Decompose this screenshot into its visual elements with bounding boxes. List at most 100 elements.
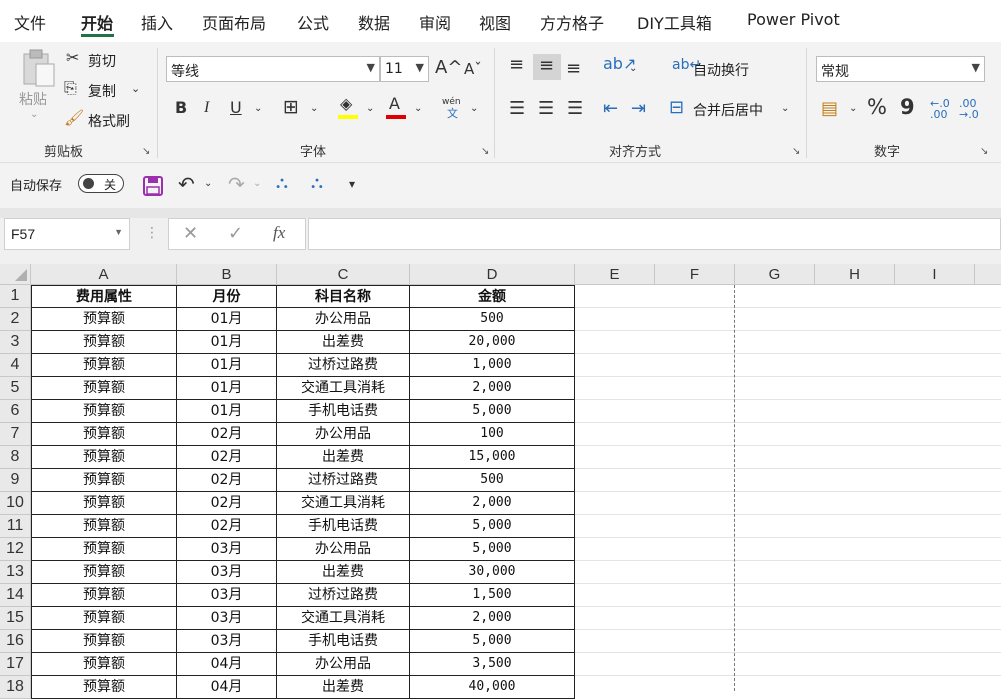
column-header-h[interactable]: H <box>815 264 895 285</box>
table-cell[interactable]: 01月 <box>177 354 277 377</box>
undo-dropdown-icon[interactable]: ⌄ <box>204 179 212 189</box>
pinyin-icon[interactable]: wén <box>442 98 461 107</box>
column-header-c[interactable]: C <box>277 264 410 285</box>
table-cell[interactable]: 预算额 <box>31 308 177 331</box>
orientation-dropdown-icon[interactable]: ⌄ <box>629 64 637 74</box>
merge-center-button[interactable]: 合并后居中 <box>693 100 763 120</box>
table-cell[interactable]: 出差费 <box>277 331 410 354</box>
tab-insert[interactable]: 插入 <box>141 10 173 34</box>
table-cell[interactable]: 5,000 <box>410 630 575 653</box>
column-header-i[interactable]: I <box>895 264 975 285</box>
row-header[interactable]: 9 <box>0 469 31 492</box>
column-header-f[interactable]: F <box>655 264 735 285</box>
table-cell[interactable]: 2,000 <box>410 607 575 630</box>
table-cell[interactable]: 5,000 <box>410 538 575 561</box>
paste-icon[interactable] <box>18 48 58 88</box>
underline-dropdown-icon[interactable]: ⌄ <box>254 104 262 114</box>
align-top-icon[interactable]: ≡ <box>509 56 524 74</box>
table-cell[interactable]: 预算额 <box>31 630 177 653</box>
align-left-icon[interactable]: ☰ <box>509 100 525 118</box>
tab-power-pivot[interactable]: Power Pivot <box>747 10 840 29</box>
table-cell[interactable]: 1,000 <box>410 354 575 377</box>
table-cell[interactable]: 02月 <box>177 515 277 538</box>
undo-icon[interactable]: ↶ <box>178 174 195 194</box>
table-cell[interactable]: 办公用品 <box>277 308 410 331</box>
decrease-font-icon[interactable]: Aˇ <box>464 62 482 77</box>
table-header-cell[interactable]: 费用属性 <box>31 285 177 308</box>
table-cell[interactable]: 预算额 <box>31 515 177 538</box>
merge-center-icon[interactable]: ⊟ <box>669 99 684 117</box>
row-header[interactable]: 1 <box>0 285 31 308</box>
table-cell[interactable]: 20,000 <box>410 331 575 354</box>
table-cell[interactable]: 预算额 <box>31 446 177 469</box>
row-header[interactable]: 8 <box>0 446 31 469</box>
fill-dropdown-icon[interactable]: ⌄ <box>366 104 374 114</box>
pinyin-dropdown-icon[interactable]: ⌄ <box>470 104 478 114</box>
table-cell[interactable]: 01月 <box>177 308 277 331</box>
increase-indent-icon[interactable]: ⇥ <box>631 100 646 118</box>
increase-font-icon[interactable]: A^ <box>435 59 462 77</box>
row-header[interactable]: 10 <box>0 492 31 515</box>
column-header-b[interactable]: B <box>177 264 277 285</box>
row-header[interactable]: 11 <box>0 515 31 538</box>
paste-dropdown-icon[interactable]: ⌄ <box>30 110 38 120</box>
font-color-button[interactable]: A <box>386 96 408 120</box>
table-header-cell[interactable]: 金额 <box>410 285 575 308</box>
row-header[interactable]: 13 <box>0 561 31 584</box>
table-cell[interactable]: 02月 <box>177 492 277 515</box>
alignment-launcher-icon[interactable]: ↘ <box>792 146 800 157</box>
table-cell[interactable]: 手机电话费 <box>277 515 410 538</box>
redo-icon[interactable]: ↷ <box>228 174 245 194</box>
table-cell[interactable]: 预算额 <box>31 377 177 400</box>
table-cell[interactable]: 预算额 <box>31 653 177 676</box>
formula-input[interactable] <box>308 218 1001 250</box>
table-cell[interactable]: 5,000 <box>410 515 575 538</box>
tab-page-layout[interactable]: 页面布局 <box>202 10 266 34</box>
table-cell[interactable]: 出差费 <box>277 561 410 584</box>
decrease-decimal-icon[interactable]: .00 →.0 <box>959 98 979 120</box>
table-cell[interactable]: 2,000 <box>410 492 575 515</box>
org-chart-2-icon[interactable]: ⛬ <box>311 175 323 192</box>
row-header[interactable]: 4 <box>0 354 31 377</box>
align-center-icon[interactable]: ☰ <box>538 100 554 118</box>
fill-color-button[interactable]: ◈ <box>338 96 360 120</box>
table-cell[interactable]: 15,000 <box>410 446 575 469</box>
row-header[interactable]: 5 <box>0 377 31 400</box>
table-cell[interactable]: 5,000 <box>410 400 575 423</box>
empty-grid-area[interactable] <box>575 285 1001 691</box>
table-cell[interactable]: 03月 <box>177 630 277 653</box>
table-cell[interactable]: 03月 <box>177 538 277 561</box>
column-header-d[interactable]: D <box>410 264 575 285</box>
cut-icon[interactable]: ✂ <box>66 50 79 66</box>
table-cell[interactable]: 预算额 <box>31 331 177 354</box>
insert-function-icon[interactable]: fx <box>273 224 285 241</box>
table-cell[interactable]: 1,500 <box>410 584 575 607</box>
table-cell[interactable]: 预算额 <box>31 354 177 377</box>
wrap-text-button[interactable]: 自动换行 <box>693 60 749 80</box>
tab-view[interactable]: 视图 <box>479 10 511 34</box>
table-cell[interactable]: 交通工具消耗 <box>277 377 410 400</box>
redo-dropdown-icon[interactable]: ⌄ <box>253 179 261 189</box>
font-name-select[interactable]: 等线 ▼ <box>166 56 380 82</box>
tab-diy-toolbox[interactable]: DIY工具箱 <box>637 10 712 34</box>
align-middle-button[interactable]: ≡ <box>533 54 561 80</box>
table-cell[interactable]: 03月 <box>177 607 277 630</box>
table-cell[interactable]: 办公用品 <box>277 538 410 561</box>
table-cell[interactable]: 交通工具消耗 <box>277 607 410 630</box>
copy-dropdown-icon[interactable]: ⌄ <box>131 83 140 94</box>
cancel-icon[interactable]: ✕ <box>183 225 198 243</box>
table-cell[interactable]: 500 <box>410 469 575 492</box>
format-painter-button[interactable]: 格式刷 <box>88 111 130 131</box>
table-cell[interactable]: 预算额 <box>31 423 177 446</box>
column-header-g[interactable]: G <box>735 264 815 285</box>
font-color-dropdown-icon[interactable]: ⌄ <box>414 104 422 114</box>
row-header[interactable]: 15 <box>0 607 31 630</box>
decrease-indent-icon[interactable]: ⇤ <box>603 100 618 118</box>
table-header-cell[interactable]: 月份 <box>177 285 277 308</box>
borders-dropdown-icon[interactable]: ⌄ <box>310 104 318 114</box>
copy-button[interactable]: 复制 <box>88 81 116 101</box>
table-cell[interactable]: 预算额 <box>31 538 177 561</box>
table-cell[interactable]: 过桥过路费 <box>277 354 410 377</box>
save-icon[interactable] <box>143 176 163 196</box>
column-header-e[interactable]: E <box>575 264 655 285</box>
